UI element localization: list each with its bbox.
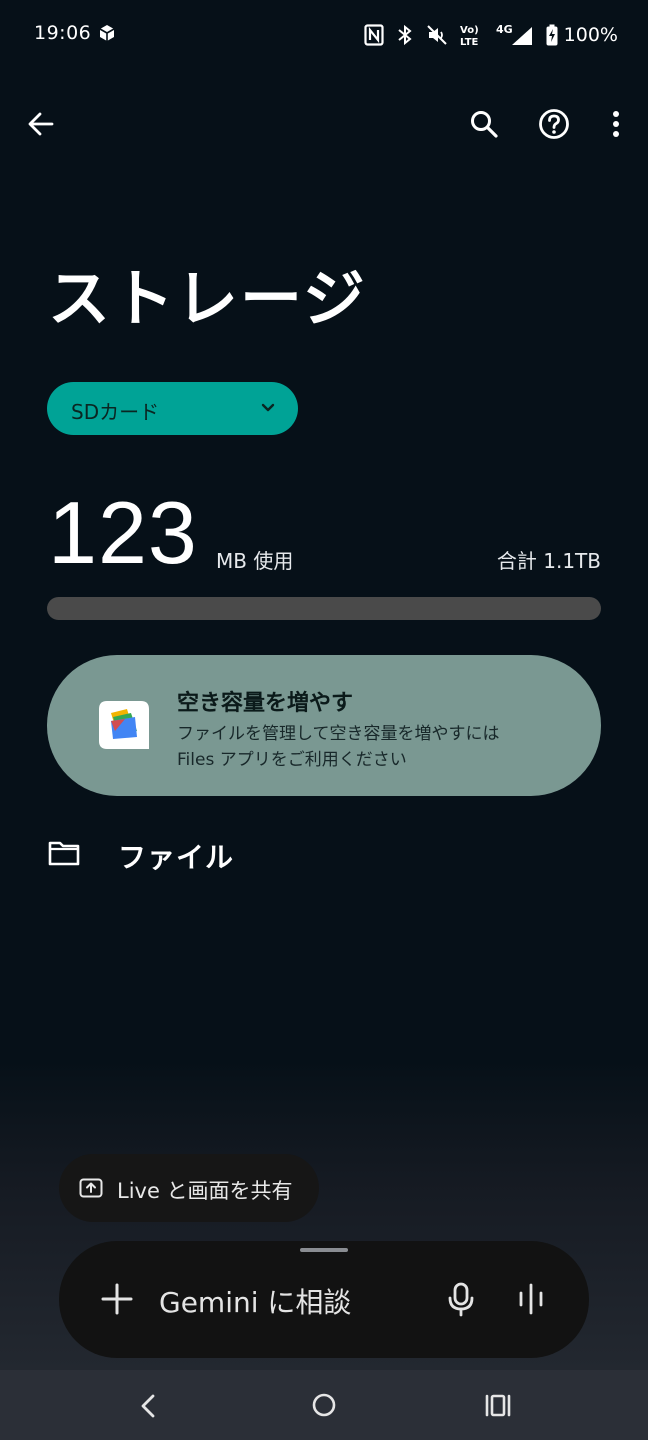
folder-icon [48,841,80,866]
app-notification-icon [99,25,115,41]
search-button[interactable] [460,100,508,148]
card-description-line2: Files アプリをご利用ください [177,750,407,770]
volume-dropdown[interactable]: SDカード [47,382,298,435]
files-list-item[interactable]: ファイル [0,820,648,890]
card-description: ファイルを管理して空き容量を増やすには Files アプリをご利用ください [177,721,577,773]
battery-percent: 100% [563,24,618,46]
used-unit-label: MB 使用 [216,549,294,573]
help-circle-icon [539,109,569,139]
drag-handle[interactable] [300,1248,348,1252]
nfc-icon [364,24,384,46]
live-share-screen-button[interactable]: Live と画面を共有 [59,1154,319,1222]
live-wave-icon[interactable] [511,1279,551,1319]
screen-share-icon [79,1178,103,1198]
more-options-button[interactable] [592,100,640,148]
card-description-line1: ファイルを管理して空き容量を増やすには [177,724,500,744]
status-time: 19:06 [34,22,92,44]
files-app-icon [99,701,149,749]
plus-icon[interactable] [95,1277,139,1321]
gemini-input-bar: Gemini に相談 [59,1241,589,1358]
page-title: ストレージ [48,262,367,335]
search-icon [471,111,498,138]
more-vert-icon [613,111,619,137]
nav-home-icon[interactable] [306,1388,342,1424]
arrow-back-icon [28,112,54,136]
bluetooth-icon [398,24,412,46]
storage-usage-bar [47,597,601,620]
live-share-label: Live と画面を共有 [117,1179,293,1203]
mic-icon[interactable] [441,1279,481,1319]
back-button[interactable] [17,100,65,148]
vibrate-off-icon [426,25,447,45]
signal-icon: 4G [496,23,532,45]
free-up-space-card[interactable]: 空き容量を増やす ファイルを管理して空き容量を増やすには Files アプリをご… [47,655,601,796]
storage-screen: 19:06 Vo) LTE 4G 100% ストレージ SDカード 123 MB… [0,0,648,1440]
card-title: 空き容量を増やす [177,691,354,716]
volte-top: Vo) [460,25,479,36]
nav-back-icon[interactable] [130,1388,166,1424]
files-label: ファイル [118,841,235,874]
volte-bottom: LTE [460,37,479,47]
status-bar: 19:06 Vo) LTE 4G 100% [0,0,648,70]
status-icons: Vo) LTE 4G 100% [364,22,618,48]
volume-selected-label: SDカード [71,400,160,424]
used-amount: 123 [48,483,198,582]
nav-recents-icon[interactable] [480,1388,516,1424]
network-gen: 4G [496,23,513,36]
total-capacity: 合計 1.1TB [496,549,601,573]
battery-charging-icon [546,24,558,46]
gemini-prompt-input[interactable]: Gemini に相談 [159,1281,351,1321]
chevron-down-icon [261,403,275,412]
navigation-bar [0,1370,648,1440]
help-button[interactable] [530,100,578,148]
volte-icon: Vo) LTE [460,25,479,47]
